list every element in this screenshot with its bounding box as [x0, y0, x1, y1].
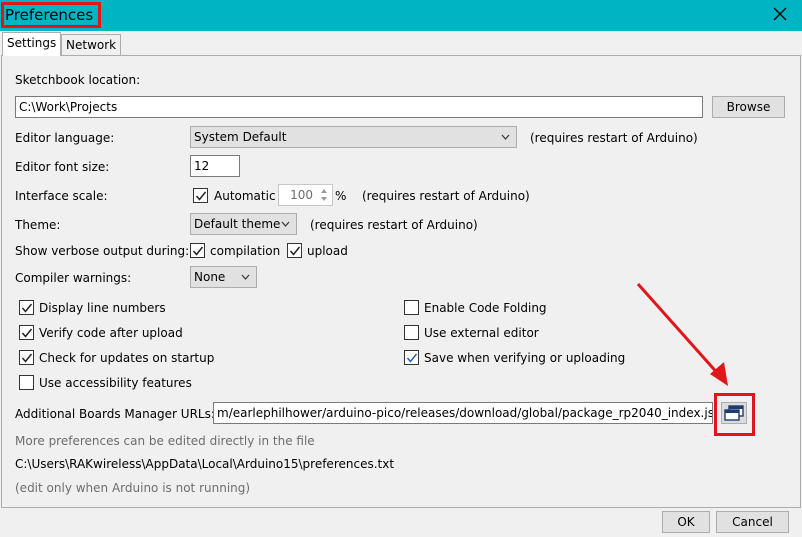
editor-language-value: System Default: [194, 130, 287, 144]
compiler-warnings-select[interactable]: None: [190, 266, 257, 288]
verbose-label: Show verbose output during:: [15, 244, 190, 258]
upload-label: upload: [307, 244, 348, 258]
theme-note: (requires restart of Arduino): [310, 218, 478, 232]
scale-value: 100: [290, 188, 313, 202]
check-icon: [21, 303, 33, 313]
chevron-down-icon: [281, 221, 290, 227]
external-editor-label: Use external editor: [424, 326, 539, 340]
editor-language-note: (requires restart of Arduino): [530, 131, 698, 145]
accessibility-checkbox[interactable]: [19, 375, 34, 390]
title-bar[interactable]: Preferences: [0, 0, 802, 31]
theme-select[interactable]: Default theme: [190, 213, 297, 235]
save-when-verifying-label: Save when verifying or uploading: [424, 351, 626, 365]
display-line-numbers-label: Display line numbers: [39, 301, 166, 315]
verbose-upload-checkbox[interactable]: [287, 243, 302, 258]
spinner-arrows-icon[interactable]: [318, 186, 330, 204]
check-icon: [195, 191, 207, 201]
check-updates-label: Check for updates on startup: [39, 351, 215, 365]
font-size-label: Editor font size:: [15, 160, 110, 174]
display-line-numbers-checkbox[interactable]: [19, 300, 34, 315]
automatic-scale-checkbox[interactable]: [193, 188, 208, 203]
more-prefs-note: More preferences can be edited directly …: [15, 434, 315, 448]
ok-button[interactable]: OK: [662, 511, 710, 533]
prefs-file-path: C:\Users\RAKwireless\AppData\Local\Ardui…: [15, 457, 395, 471]
sketchbook-location-input[interactable]: C:\Work\Projects: [15, 96, 703, 118]
sketchbook-label: Sketchbook location:: [15, 73, 141, 87]
check-icon: [21, 353, 33, 363]
boards-urls-label: Additional Boards Manager URLs:: [15, 407, 215, 421]
verbose-compilation-checkbox[interactable]: [190, 243, 205, 258]
compiler-warnings-label: Compiler warnings:: [15, 271, 132, 285]
accessibility-label: Use accessibility features: [39, 376, 192, 390]
tab-settings[interactable]: Settings: [2, 32, 62, 56]
verify-after-upload-checkbox[interactable]: [19, 325, 34, 340]
verify-after-upload-label: Verify code after upload: [39, 326, 183, 340]
dialog-footer: OK Cancel: [0, 508, 802, 537]
save-when-verifying-checkbox[interactable]: [404, 350, 419, 365]
compiler-warnings-value: None: [194, 270, 226, 284]
external-editor-checkbox[interactable]: [404, 325, 419, 340]
font-size-input[interactable]: 12: [190, 155, 240, 177]
code-folding-checkbox[interactable]: [404, 300, 419, 315]
check-updates-checkbox[interactable]: [19, 350, 34, 365]
tab-strip: Settings Network: [0, 31, 802, 56]
check-icon: [406, 353, 418, 363]
scale-spinner[interactable]: 100: [278, 184, 333, 206]
interface-scale-label: Interface scale:: [15, 189, 108, 203]
code-folding-label: Enable Code Folding: [424, 301, 547, 315]
browse-button[interactable]: Browse: [712, 96, 785, 118]
edit-urls-button[interactable]: [721, 402, 747, 424]
arrow-annotation-icon: [636, 283, 728, 386]
percent-sign: %: [335, 189, 347, 203]
boards-urls-input[interactable]: m/earlephilhower/arduino-pico/releases/d…: [213, 402, 713, 424]
chevron-down-icon: [241, 274, 250, 280]
check-icon: [21, 328, 33, 338]
editor-language-select[interactable]: System Default: [190, 126, 517, 148]
scale-note: (requires restart of Arduino): [362, 189, 530, 203]
window-title: Preferences: [1, 2, 101, 28]
cancel-button[interactable]: Cancel: [716, 511, 789, 533]
close-icon[interactable]: [772, 6, 788, 22]
check-icon: [192, 246, 204, 256]
theme-value: Default theme: [194, 217, 281, 231]
window-list-icon: [724, 405, 744, 421]
automatic-label: Automatic: [214, 189, 276, 203]
edit-note: (edit only when Arduino is not running): [15, 481, 251, 495]
editor-language-label: Editor language:: [15, 131, 115, 145]
theme-label: Theme:: [15, 218, 61, 232]
chevron-down-icon: [501, 134, 510, 140]
compilation-label: compilation: [210, 244, 281, 258]
check-icon: [289, 246, 301, 256]
tab-network[interactable]: Network: [61, 34, 122, 56]
